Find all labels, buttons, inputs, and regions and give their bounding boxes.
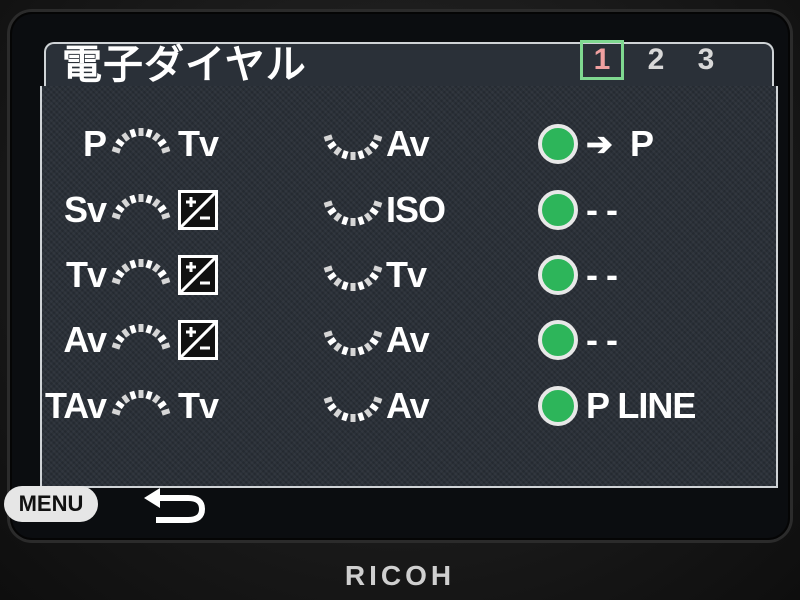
back-arrow-icon[interactable] bbox=[142, 486, 208, 524]
front-dial-icon bbox=[111, 390, 171, 416]
exposure-mode-label: TAv bbox=[44, 385, 107, 426]
exposure-compensation-icon bbox=[178, 320, 218, 360]
green-button-icon bbox=[538, 124, 578, 164]
green-button-icon bbox=[538, 255, 578, 295]
page-tabs: 1 2 3 bbox=[580, 40, 724, 80]
rear-dial-icon bbox=[323, 134, 383, 160]
exposure-compensation-icon bbox=[178, 190, 218, 230]
front-dial-icon bbox=[111, 259, 171, 285]
front-dial-icon bbox=[111, 128, 171, 154]
tab-page-1[interactable]: 1 bbox=[580, 40, 624, 80]
rear-dial-function: Av bbox=[386, 123, 430, 164]
page-title: 電子ダイヤル bbox=[62, 43, 307, 87]
exposure-compensation-icon bbox=[178, 255, 218, 295]
green-button-icon bbox=[538, 386, 578, 426]
rear-dial-function: ISO bbox=[386, 189, 446, 230]
rear-dial-icon bbox=[323, 330, 383, 356]
green-button-function: P LINE bbox=[586, 385, 696, 426]
green-button-icon bbox=[538, 320, 578, 360]
front-dial-function: Tv bbox=[178, 385, 219, 426]
rear-dial-function: Av bbox=[386, 385, 430, 426]
exposure-mode-label: Tv bbox=[65, 254, 107, 295]
green-button-function: - - bbox=[586, 319, 618, 360]
green-button-icon bbox=[538, 190, 578, 230]
exposure-mode-label: Av bbox=[63, 319, 107, 360]
exposure-mode-label: Sv bbox=[63, 189, 107, 230]
green-button-function: - - bbox=[586, 254, 618, 295]
rear-dial-icon bbox=[323, 396, 383, 422]
dial-row[interactable]: Av Av - - bbox=[0, 312, 800, 368]
green-button-function: P bbox=[630, 123, 654, 164]
green-button-function: - - bbox=[586, 189, 618, 230]
arrow-right-icon: ➔ bbox=[586, 126, 613, 162]
front-dial-icon bbox=[111, 194, 171, 220]
tab-page-3[interactable]: 3 bbox=[688, 40, 724, 80]
dial-row[interactable]: Sv ISO - - bbox=[0, 182, 800, 238]
tab-page-2[interactable]: 2 bbox=[638, 40, 674, 80]
brand-logo: RICOH bbox=[344, 560, 456, 591]
exposure-mode-label: P bbox=[82, 123, 107, 164]
menu-button[interactable]: MENU bbox=[4, 486, 98, 522]
rear-dial-function: Av bbox=[386, 319, 430, 360]
front-dial-function: Tv bbox=[178, 123, 219, 164]
rear-dial-icon bbox=[323, 265, 383, 291]
dial-row[interactable]: Tv Tv - - bbox=[0, 247, 800, 303]
rear-dial-function: Tv bbox=[386, 254, 427, 295]
dial-row[interactable]: TAv Tv Av P LINE bbox=[0, 378, 800, 434]
rear-dial-icon bbox=[323, 200, 383, 226]
dial-row[interactable]: P Tv Av ➔ P bbox=[0, 116, 800, 172]
front-dial-icon bbox=[111, 324, 171, 350]
